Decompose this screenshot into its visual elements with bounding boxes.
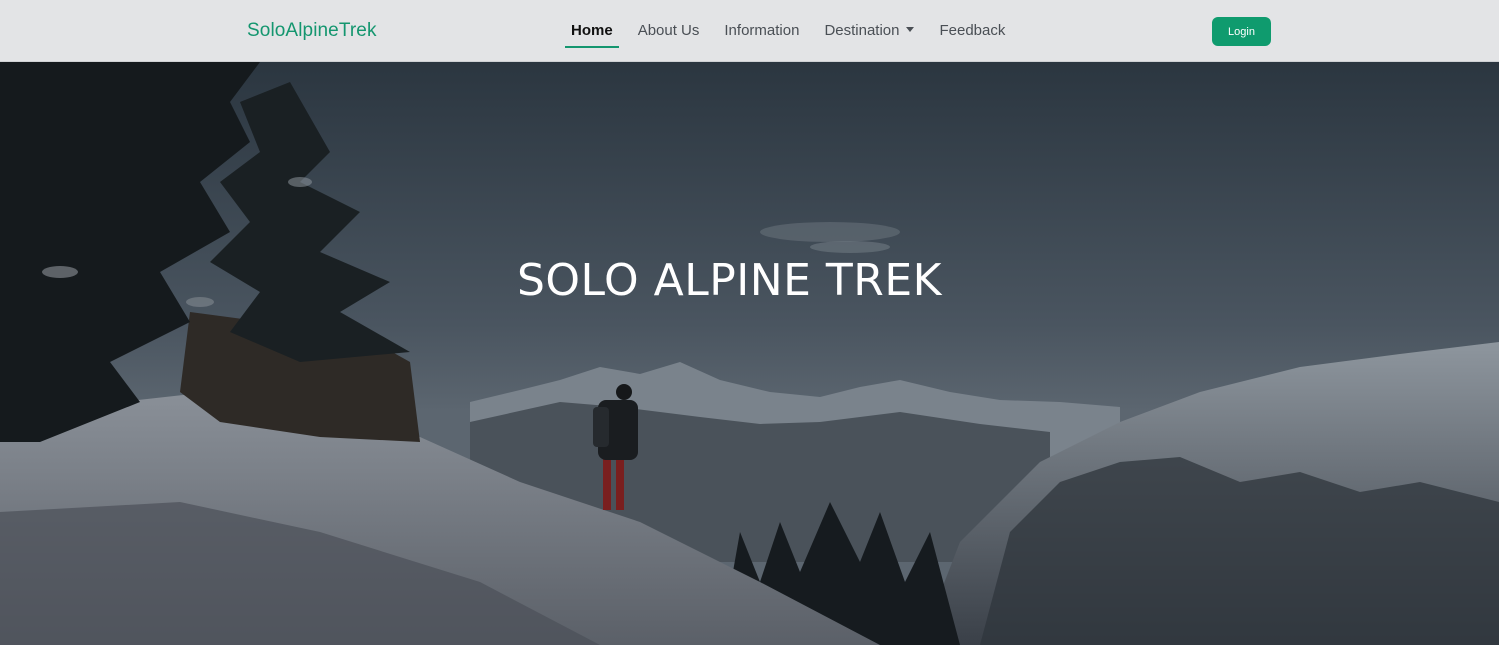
- caret-down-icon: [906, 27, 915, 32]
- navbar: SoloAlpineTrek Home About Us Information…: [0, 0, 1499, 62]
- hero-background-image: [0, 62, 1499, 645]
- nav-information[interactable]: Information: [718, 0, 805, 62]
- hero-section: SOLO ALPINE TREK: [0, 62, 1499, 645]
- brand-logo[interactable]: SoloAlpineTrek: [247, 20, 377, 42]
- nav-destination-label: Destination: [824, 22, 900, 39]
- login-button[interactable]: Login: [1212, 17, 1271, 46]
- nav-destination-dropdown[interactable]: Destination: [818, 0, 920, 62]
- nav-about-us[interactable]: About Us: [632, 0, 706, 62]
- nav-links: Home About Us Information Destination Fe…: [565, 0, 1024, 62]
- nav-home[interactable]: Home: [565, 0, 619, 62]
- hero-title: SOLO ALPINE TREK: [516, 255, 943, 306]
- nav-feedback[interactable]: Feedback: [933, 0, 1011, 62]
